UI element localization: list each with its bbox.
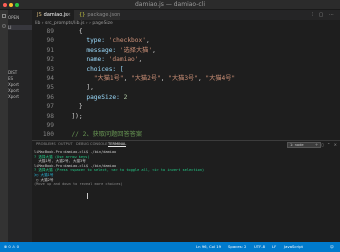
code-token: 'checkbox'	[108, 37, 146, 45]
code-token: pageSize:	[64, 93, 124, 101]
code-token: "大猫3号"	[168, 75, 198, 82]
explorer-icon[interactable]	[2, 14, 6, 18]
code-token: 'damiao'	[108, 56, 139, 64]
code-token: type:	[64, 37, 109, 45]
sidebar-item[interactable]: OPEN	[8, 15, 19, 20]
tab-debug-console[interactable]: DEBUG CONSOLE	[76, 142, 107, 146]
json-file-icon: {}	[79, 12, 86, 18]
indentation[interactable]: Spaces: 2	[228, 242, 246, 252]
sidebar-item[interactable]: Xport	[8, 82, 19, 87]
window-title: damiao.js — damiao-cli	[134, 1, 205, 8]
panel-actions[interactable]: + ▯ ⌃ ×	[315, 142, 338, 147]
sidebar-item[interactable]: Xport	[8, 94, 19, 99]
editor-actions[interactable]: ⫶ ▢ ⋯	[312, 12, 336, 18]
editor-tabs: JS damiao.js × {} package.json	[32, 10, 340, 20]
code-token: ,	[123, 75, 132, 82]
terminal-line: (Move up and down to reveal more choices…	[34, 182, 123, 187]
code-token: message:	[64, 46, 120, 54]
status-bar: ⊗ 0 ⚠ 0 Ln 96, Col 19 Spaces: 2 UTF-8 LF…	[0, 242, 340, 252]
tab-package-json[interactable]: {} package.json	[74, 10, 120, 20]
code-token: "大猫1号"	[93, 75, 124, 82]
sidebar-item[interactable]: Xport	[8, 88, 19, 93]
sidebar-item[interactable]: LI	[8, 25, 11, 30]
js-file-icon: JS	[37, 12, 42, 18]
language-mode[interactable]: JavaScript	[284, 242, 303, 252]
encoding[interactable]: UTF-8	[254, 242, 265, 252]
breadcrumb[interactable]: lib › src_prompts/lib.js › › pageSize	[32, 20, 340, 27]
tab-output[interactable]: OUTPUT	[58, 142, 73, 146]
mouse-cursor	[87, 193, 88, 199]
code-token: "大猫2号"	[131, 75, 161, 82]
code-token: name:	[64, 56, 109, 64]
code-token: // 2、获取问题回答答案	[64, 131, 143, 139]
code-token: ]);	[64, 112, 83, 120]
sidebar-item[interactable]: ES	[8, 76, 13, 81]
problems-count[interactable]: ⊗ 0 ⚠ 0	[4, 242, 19, 252]
code-token: ],	[64, 84, 94, 92]
tab-label: package.json	[87, 12, 121, 18]
code-token: ,	[138, 56, 143, 64]
code-editor[interactable]: 89 {90 type: 'checkbox', 91 message: '选择大…	[32, 27, 340, 140]
sidebar-selection	[8, 25, 32, 30]
title-bar: damiao.js — damiao-cli	[0, 0, 340, 10]
code-token: ,	[145, 37, 150, 45]
line-ending[interactable]: LF	[272, 242, 276, 252]
bottom-panel: PROBLEMS OUTPUT DEBUG CONSOLE TERMINAL 1…	[32, 140, 340, 242]
code-token: "大猫4号"	[205, 75, 236, 82]
tab-damiao-js[interactable]: JS damiao.js ×	[32, 10, 74, 20]
feedback-icon[interactable]: ☺	[330, 242, 334, 252]
code-token: {	[64, 28, 83, 35]
code-token: 2	[123, 93, 128, 101]
code-token: choices: [	[64, 65, 124, 73]
line-number: 100	[42, 131, 54, 139]
code-token: }	[64, 103, 83, 111]
explorer-sidebar: OPEN LI DIST ES Xport Xport Xport	[8, 10, 32, 242]
code-token: '选择大猫'	[119, 46, 153, 54]
close-icon[interactable]: ×	[67, 10, 71, 20]
sidebar-item[interactable]: DIST	[8, 70, 17, 75]
code-token: ,	[152, 46, 156, 54]
cursor-position[interactable]: Ln 96, Col 19	[196, 242, 221, 252]
tab-terminal[interactable]: TERMINAL	[108, 142, 127, 147]
activity-bar	[0, 10, 8, 242]
code-line[interactable]: 100 // 2、获取问题回答答案	[32, 130, 332, 140]
tab-label: damiao.js	[43, 12, 68, 18]
tab-problems[interactable]: PROBLEMS	[36, 142, 56, 146]
terminal-output[interactable]: liMacBook-Pro:damiao-cli$ ./bin/damiao? …	[34, 150, 334, 187]
search-icon[interactable]	[2, 24, 6, 28]
